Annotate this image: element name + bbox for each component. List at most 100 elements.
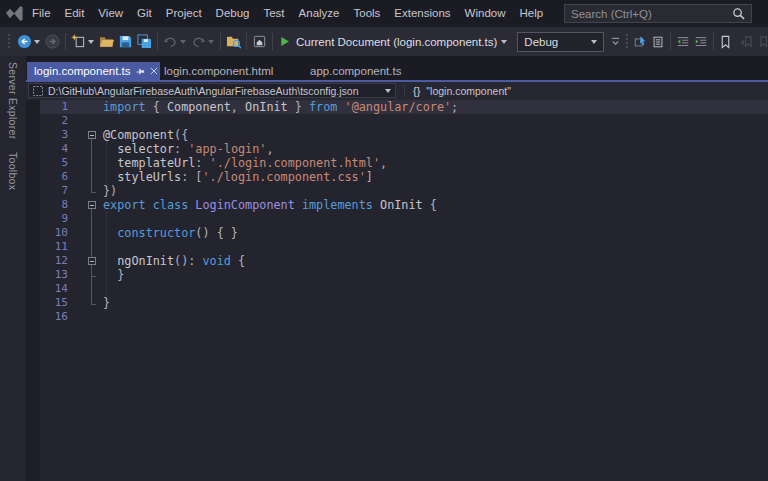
configuration-value: Debug: [524, 36, 591, 48]
line-number: 16: [40, 310, 68, 324]
document-selector-icon: [33, 86, 43, 96]
code-line-16[interactable]: [103, 310, 458, 324]
code-line-13[interactable]: }: [103, 268, 458, 282]
document-lines-icon: [651, 35, 665, 49]
back-dropdown-caret[interactable]: [34, 40, 40, 44]
undo-button[interactable]: [161, 34, 180, 49]
next-bookmark-button[interactable]: [756, 35, 768, 49]
bookmark-icon: [719, 35, 732, 49]
code-line-1[interactable]: import { Component, OnInit } from '@angu…: [103, 100, 458, 114]
save-all-button[interactable]: [135, 34, 154, 49]
redo-icon: [191, 34, 206, 49]
code-line-11[interactable]: [103, 240, 458, 254]
code-line-2[interactable]: [103, 114, 458, 128]
redo-button[interactable]: [189, 34, 208, 49]
menu-item-tools[interactable]: Tools: [346, 0, 387, 27]
code-content[interactable]: import { Component, OnInit } from '@angu…: [103, 100, 458, 324]
menu-item-edit[interactable]: Edit: [58, 0, 92, 27]
code-line-10[interactable]: constructor() { }: [103, 226, 458, 240]
fold-collapse-box[interactable]: [88, 201, 96, 209]
code-line-7[interactable]: }): [103, 184, 458, 198]
side-tab-toolbox[interactable]: Toolbox: [7, 152, 19, 190]
save-button[interactable]: [116, 34, 135, 49]
solution-configuration-select[interactable]: Debug: [517, 32, 604, 52]
code-line-4[interactable]: selector: 'app-login',: [103, 142, 458, 156]
menu-item-help[interactable]: Help: [513, 0, 551, 27]
run-target-label: Current Document (login.component.ts): [296, 36, 497, 48]
navigate-to-button[interactable]: [631, 35, 649, 49]
breakpoint-margin[interactable]: [26, 100, 40, 481]
line-number: 11: [40, 240, 68, 254]
line-number: 13: [40, 268, 68, 282]
run-button[interactable]: Current Document (login.component.ts): [276, 35, 509, 48]
document-outline-button[interactable]: [649, 35, 667, 49]
code-line-9[interactable]: [103, 212, 458, 226]
schema-selector[interactable]: {} "login.component": [404, 82, 511, 100]
menu-item-extensions[interactable]: Extensions: [387, 0, 457, 27]
decrease-indent-button[interactable]: [674, 35, 692, 49]
browser-window-icon: [252, 34, 267, 49]
menu-item-analyze[interactable]: Analyze: [292, 0, 347, 27]
navigate-back-button[interactable]: [13, 34, 34, 49]
undo-dropdown-caret[interactable]: [180, 40, 186, 44]
line-number: 15: [40, 296, 68, 310]
tab-login-component-html[interactable]: login.component.html: [158, 62, 302, 80]
browser-button[interactable]: [250, 34, 269, 49]
toolbar-grip-2[interactable]: [623, 33, 631, 51]
find-in-files-icon: [226, 34, 241, 49]
code-line-6[interactable]: styleUrls: ['./login.component.css']: [103, 170, 458, 184]
menu-bar: FileEditViewGitProjectDebugTestAnalyzeTo…: [0, 0, 768, 27]
menu-item-view[interactable]: View: [91, 0, 130, 27]
code-line-15[interactable]: }: [103, 296, 458, 310]
file-path-dropdown[interactable]: D:\GitHub\AngularFirebaseAuth\AngularFir…: [28, 83, 396, 98]
back-arrow-icon: [17, 34, 32, 49]
code-line-8[interactable]: export class LoginComponent implements O…: [103, 198, 458, 212]
redo-dropdown-caret[interactable]: [208, 40, 214, 44]
menu-item-window[interactable]: Window: [458, 0, 513, 27]
indent-guide: [106, 212, 108, 296]
search-box[interactable]: Search (Ctrl+Q): [564, 4, 752, 23]
code-line-3[interactable]: @Component({: [103, 128, 458, 142]
toggle-bookmark-button[interactable]: [717, 35, 734, 49]
menu-item-project[interactable]: Project: [159, 0, 209, 27]
new-file-button[interactable]: [69, 34, 88, 49]
navigate-forward-button[interactable]: [43, 34, 62, 49]
tab-strip: login.component.ts login.component.html …: [26, 56, 768, 82]
menu-item-test[interactable]: Test: [256, 0, 291, 27]
menu-item-file[interactable]: File: [25, 0, 58, 27]
run-dropdown-caret[interactable]: [501, 40, 507, 44]
side-tabs: Server Explorer Toolbox: [0, 62, 26, 191]
tab-login-component-ts[interactable]: login.component.ts: [27, 62, 160, 80]
fold-guide-corner: [91, 304, 96, 305]
pin-icon[interactable]: [136, 67, 145, 76]
find-in-files-button[interactable]: [224, 34, 243, 49]
toolbar-grip[interactable]: [0, 33, 13, 51]
side-tab-server-explorer[interactable]: Server Explorer: [7, 62, 19, 139]
menu-item-debug[interactable]: Debug: [209, 0, 257, 27]
play-icon: [278, 35, 291, 48]
navigation-bar: D:\GitHub\AngularFirebaseAuth\AngularFir…: [26, 82, 768, 100]
increase-indent-button[interactable]: [692, 35, 710, 49]
line-number: 12: [40, 254, 68, 268]
menu-item-git[interactable]: Git: [130, 0, 159, 27]
line-number: 6: [40, 170, 68, 184]
line-number: 14: [40, 282, 68, 296]
search-icon[interactable]: [732, 7, 745, 20]
forward-arrow-icon: [45, 34, 60, 49]
code-line-5[interactable]: templateUrl: './login.component.html',: [103, 156, 458, 170]
fold-collapse-box[interactable]: [88, 257, 96, 265]
toolbar-overflow-button[interactable]: [608, 35, 623, 48]
code-line-12[interactable]: ngOnInit(): void {: [103, 254, 458, 268]
close-icon[interactable]: [150, 67, 158, 75]
new-file-dropdown-caret[interactable]: [88, 40, 94, 44]
vs-window: FileEditViewGitProjectDebugTestAnalyzeTo…: [0, 0, 768, 481]
line-number: 8: [40, 198, 68, 212]
code-line-14[interactable]: [103, 282, 458, 296]
code-editor[interactable]: 12345678910111213141516 import { Compone…: [26, 100, 768, 481]
fold-collapse-box[interactable]: [88, 131, 96, 139]
open-file-button[interactable]: [97, 34, 116, 49]
side-tab-strip: Server Explorer Toolbox: [0, 56, 26, 481]
tab-app-component-ts[interactable]: app.component.ts: [302, 62, 436, 80]
previous-bookmark-button[interactable]: [738, 35, 756, 49]
path-dropdown-caret: [385, 89, 391, 93]
